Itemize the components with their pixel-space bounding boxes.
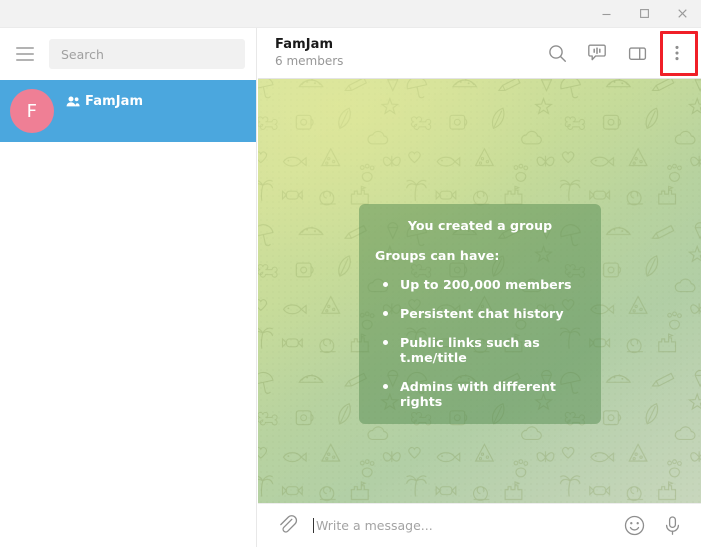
chat-header: FamJam 6 members	[258, 28, 701, 79]
smiley-icon	[624, 515, 644, 536]
text-caret	[313, 518, 314, 533]
message-composer	[258, 503, 701, 547]
service-message-lead: Groups can have:	[375, 248, 500, 263]
message-input-wrapper[interactable]	[313, 504, 619, 547]
avatar-letter: F	[26, 100, 38, 122]
chat-item-title: FamJam	[85, 93, 144, 109]
chat-header-actions	[537, 28, 701, 78]
emoji-button[interactable]	[619, 511, 649, 541]
search-messages-button[interactable]	[537, 33, 577, 73]
list-item: Admins with different rights	[375, 379, 585, 409]
group-icon	[66, 96, 80, 106]
more-options-button[interactable]	[657, 31, 698, 76]
list-item: Up to 200,000 members	[375, 277, 585, 292]
attach-file-button[interactable]	[269, 507, 307, 545]
hamburger-menu-icon[interactable]	[12, 41, 38, 67]
list-item: Persistent chat history	[375, 306, 585, 321]
sidebar: F FamJam	[0, 28, 257, 547]
service-message-bubble: You created a group Groups can have: Up …	[359, 204, 601, 424]
voice-message-button[interactable]	[657, 511, 687, 541]
message-input[interactable]	[316, 504, 619, 547]
service-message-list: Up to 200,000 members Persistent chat hi…	[375, 277, 585, 409]
video-chat-button[interactable]	[577, 33, 617, 73]
service-message-title: You created a group	[407, 218, 553, 233]
more-options-icon	[675, 45, 679, 61]
chat-list: F FamJam	[0, 80, 256, 142]
chat-header-info[interactable]: FamJam 6 members	[275, 37, 537, 69]
panel-toggle-button[interactable]	[617, 33, 657, 73]
maximize-button[interactable]	[625, 0, 663, 27]
paperclip-icon	[279, 515, 297, 533]
composer-actions	[619, 511, 701, 541]
chat-member-count: 6 members	[275, 54, 344, 68]
microphone-icon	[665, 516, 679, 535]
chat-title: FamJam	[275, 37, 334, 52]
list-item: Public links such as t.me/title	[375, 335, 585, 365]
chat-item-meta: FamJam	[66, 94, 143, 109]
close-button[interactable]	[663, 0, 701, 27]
avatar: F	[10, 89, 54, 133]
panel-toggle-icon	[628, 46, 646, 60]
chat-list-item-famjam[interactable]: F FamJam	[0, 80, 256, 142]
title-bar	[0, 0, 701, 28]
minimize-button[interactable]	[587, 0, 625, 27]
chat-message-area: You created a group Groups can have: Up …	[258, 79, 701, 503]
search-icon	[548, 44, 566, 62]
telegram-window: F FamJam FamJam 6 members	[0, 0, 701, 547]
video-chat-icon	[588, 44, 606, 61]
sidebar-toolbar	[0, 28, 256, 80]
search-input[interactable]	[49, 39, 245, 69]
